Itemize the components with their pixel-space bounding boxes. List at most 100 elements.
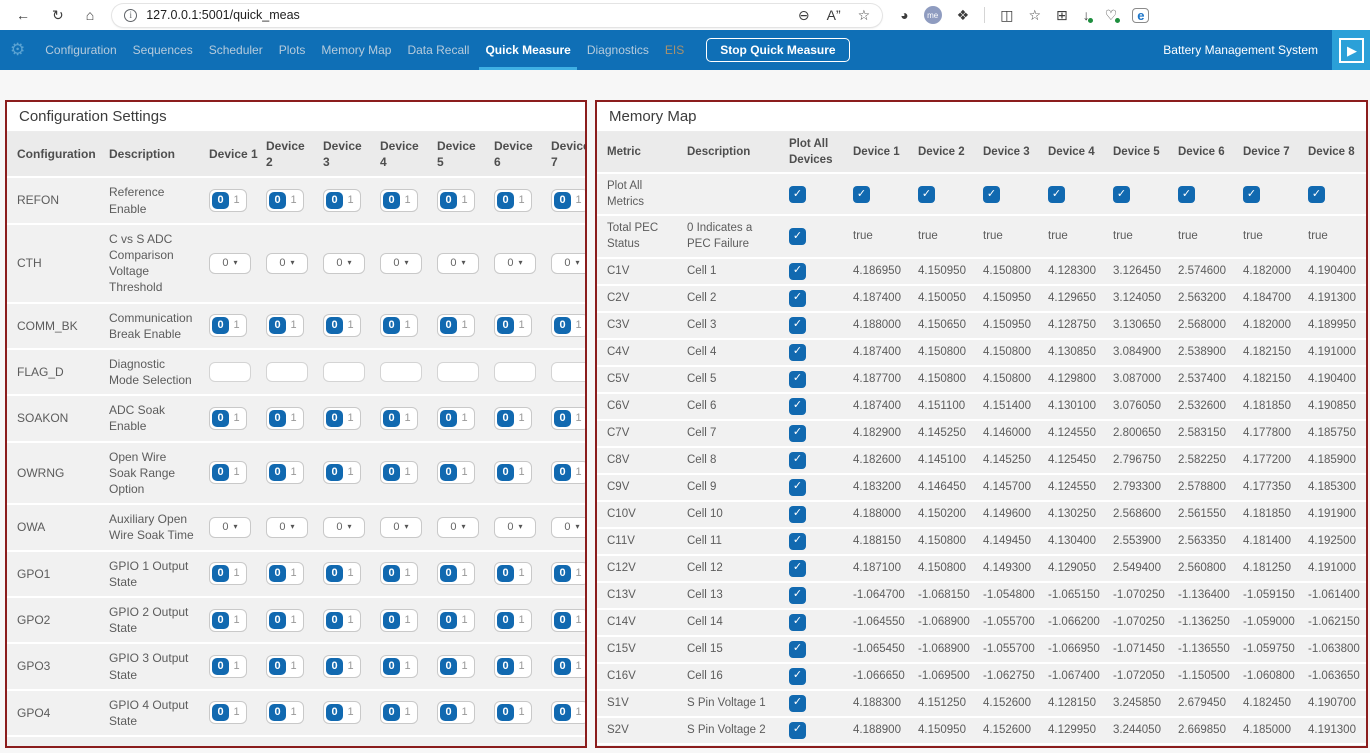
refresh-icon[interactable]: ↻: [52, 8, 64, 22]
nav-item-sequences[interactable]: Sequences: [125, 30, 201, 70]
back-icon[interactable]: ←: [16, 8, 30, 22]
nav-item-plots[interactable]: Plots: [271, 30, 314, 70]
gpo3-toggle-device-6[interactable]: 01: [494, 655, 532, 678]
owa-select-device-1[interactable]: 0▾: [209, 517, 251, 538]
cth-select-device-1[interactable]: 0▾: [209, 253, 251, 274]
plot-device-4-checkbox[interactable]: ✓: [1048, 186, 1065, 203]
owrng-toggle-device-5[interactable]: 01: [437, 461, 475, 484]
c11v-plot-checkbox[interactable]: ✓: [789, 533, 806, 550]
s2v-plot-checkbox[interactable]: ✓: [789, 722, 806, 739]
refon-toggle-device-3[interactable]: 01: [323, 189, 361, 212]
refon-toggle-device-4[interactable]: 01: [380, 189, 418, 212]
soakon-toggle-device-6[interactable]: 01: [494, 407, 532, 430]
c14v-plot-checkbox[interactable]: ✓: [789, 614, 806, 631]
owrng-toggle-device-4[interactable]: 01: [380, 461, 418, 484]
flag-d-input-device-1[interactable]: [209, 362, 251, 382]
nav-item-data-recall[interactable]: Data Recall: [399, 30, 477, 70]
gpo3-toggle-device-7[interactable]: 01: [551, 655, 587, 678]
split-screen-icon[interactable]: ◫: [1000, 8, 1013, 22]
stop-quick-measure-button[interactable]: Stop Quick Measure: [706, 38, 849, 62]
profile-avatar[interactable]: me: [924, 6, 942, 24]
gpo1-toggle-device-5[interactable]: 01: [437, 562, 475, 585]
comm-bk-toggle-device-4[interactable]: 01: [380, 314, 418, 337]
gpo2-toggle-device-3[interactable]: 01: [323, 609, 361, 632]
gear-icon[interactable]: ⚙: [10, 40, 25, 60]
soakon-toggle-device-3[interactable]: 01: [323, 407, 361, 430]
owrng-toggle-device-7[interactable]: 01: [551, 461, 587, 484]
extension-badge-icon[interactable]: ◕: [900, 8, 908, 22]
cth-select-device-2[interactable]: 0▾: [266, 253, 308, 274]
c13v-plot-checkbox[interactable]: ✓: [789, 587, 806, 604]
c8v-plot-checkbox[interactable]: ✓: [789, 452, 806, 469]
comm-bk-toggle-device-5[interactable]: 01: [437, 314, 475, 337]
sidebar-toggle-button[interactable]: ▶: [1332, 30, 1370, 70]
refon-toggle-device-2[interactable]: 01: [266, 189, 304, 212]
c2v-plot-checkbox[interactable]: ✓: [789, 290, 806, 307]
flag-d-input-device-3[interactable]: [323, 362, 365, 382]
s1v-plot-checkbox[interactable]: ✓: [789, 695, 806, 712]
owrng-toggle-device-1[interactable]: 01: [209, 461, 247, 484]
gpo2-toggle-device-1[interactable]: 01: [209, 609, 247, 632]
collections-icon[interactable]: ☆: [1028, 8, 1041, 22]
flag-d-input-device-7[interactable]: [551, 362, 587, 382]
gpo2-toggle-device-6[interactable]: 01: [494, 609, 532, 632]
gpo3-toggle-device-4[interactable]: 01: [380, 655, 418, 678]
favorite-icon[interactable]: ☆: [858, 8, 871, 22]
gpo3-toggle-device-5[interactable]: 01: [437, 655, 475, 678]
gpo2-toggle-device-7[interactable]: 01: [551, 609, 587, 632]
site-info-icon[interactable]: i: [124, 9, 137, 22]
owrng-toggle-device-3[interactable]: 01: [323, 461, 361, 484]
gpo2-toggle-device-2[interactable]: 01: [266, 609, 304, 632]
plot-device-8-checkbox[interactable]: ✓: [1308, 186, 1325, 203]
nav-item-scheduler[interactable]: Scheduler: [201, 30, 271, 70]
comm-bk-toggle-device-7[interactable]: 01: [551, 314, 587, 337]
nav-item-memory-map[interactable]: Memory Map: [313, 30, 399, 70]
c16v-plot-checkbox[interactable]: ✓: [789, 668, 806, 685]
c9v-plot-checkbox[interactable]: ✓: [789, 479, 806, 496]
owa-select-device-7[interactable]: 0▾: [551, 517, 587, 538]
plot-device-7-checkbox[interactable]: ✓: [1243, 186, 1260, 203]
plot-device-6-checkbox[interactable]: ✓: [1178, 186, 1195, 203]
gpo4-toggle-device-2[interactable]: 01: [266, 701, 304, 724]
gpo4-toggle-device-6[interactable]: 01: [494, 701, 532, 724]
flag-d-input-device-4[interactable]: [380, 362, 422, 382]
c4v-plot-checkbox[interactable]: ✓: [789, 344, 806, 361]
url-text[interactable]: 127.0.0.1:5001/quick_meas: [146, 8, 789, 22]
comm-bk-toggle-device-2[interactable]: 01: [266, 314, 304, 337]
c15v-plot-checkbox[interactable]: ✓: [789, 641, 806, 658]
owa-select-device-4[interactable]: 0▾: [380, 517, 422, 538]
plot-all-metrics-plot-checkbox[interactable]: ✓: [789, 186, 806, 203]
gpo1-toggle-device-6[interactable]: 01: [494, 562, 532, 585]
gpo1-toggle-device-2[interactable]: 01: [266, 562, 304, 585]
address-bar[interactable]: i 127.0.0.1:5001/quick_meas ⊖ A” ☆: [112, 4, 882, 27]
flag-d-input-device-5[interactable]: [437, 362, 479, 382]
zoom-out-icon[interactable]: ⊖: [798, 8, 810, 22]
c5v-plot-checkbox[interactable]: ✓: [789, 371, 806, 388]
gpo4-toggle-device-3[interactable]: 01: [323, 701, 361, 724]
comm-bk-toggle-device-1[interactable]: 01: [209, 314, 247, 337]
flag-d-input-device-6[interactable]: [494, 362, 536, 382]
nav-item-diagnostics[interactable]: Diagnostics: [579, 30, 657, 70]
owrng-toggle-device-6[interactable]: 01: [494, 461, 532, 484]
refon-toggle-device-1[interactable]: 01: [209, 189, 247, 212]
flag-d-input-device-2[interactable]: [266, 362, 308, 382]
gpo4-toggle-device-1[interactable]: 01: [209, 701, 247, 724]
soakon-toggle-device-5[interactable]: 01: [437, 407, 475, 430]
cth-select-device-5[interactable]: 0▾: [437, 253, 479, 274]
gpo3-toggle-device-1[interactable]: 01: [209, 655, 247, 678]
refon-toggle-device-7[interactable]: 01: [551, 189, 587, 212]
total-pec-status-plot-checkbox[interactable]: ✓: [789, 228, 806, 245]
plot-device-1-checkbox[interactable]: ✓: [853, 186, 870, 203]
gpo4-toggle-device-5[interactable]: 01: [437, 701, 475, 724]
cth-select-device-3[interactable]: 0▾: [323, 253, 365, 274]
gpo4-toggle-device-4[interactable]: 01: [380, 701, 418, 724]
gpo1-toggle-device-1[interactable]: 01: [209, 562, 247, 585]
read-aloud-icon[interactable]: A”: [827, 8, 841, 22]
gpo1-toggle-device-4[interactable]: 01: [380, 562, 418, 585]
cth-select-device-7[interactable]: 0▾: [551, 253, 587, 274]
plot-device-3-checkbox[interactable]: ✓: [983, 186, 1000, 203]
gpo2-toggle-device-4[interactable]: 01: [380, 609, 418, 632]
soakon-toggle-device-2[interactable]: 01: [266, 407, 304, 430]
refon-toggle-device-6[interactable]: 01: [494, 189, 532, 212]
nav-item-configuration[interactable]: Configuration: [37, 30, 124, 70]
